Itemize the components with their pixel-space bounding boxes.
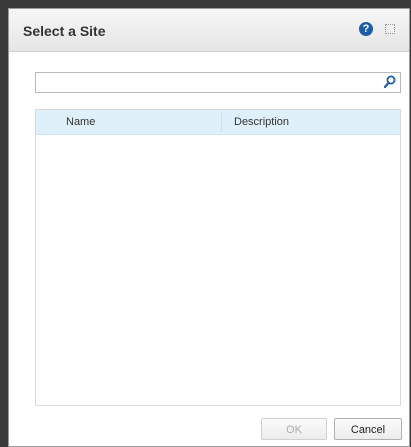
search-input[interactable] xyxy=(36,73,384,92)
question-icon[interactable]: ? xyxy=(359,22,373,36)
sites-table: Name Description xyxy=(35,109,401,406)
ok-button[interactable]: OK xyxy=(261,418,327,440)
select-site-dialog: Select a Site ? Name Description OK Canc… xyxy=(8,8,410,447)
column-header-name[interactable]: Name xyxy=(66,116,95,128)
search-icon[interactable] xyxy=(384,75,396,89)
dialog-title: Select a Site xyxy=(23,23,106,39)
dialog-titlebar: Select a Site ? xyxy=(9,9,409,52)
table-header: Name Description xyxy=(36,110,400,135)
maximize-icon[interactable] xyxy=(385,24,395,34)
cancel-button[interactable]: Cancel xyxy=(334,418,402,440)
column-header-description[interactable]: Description xyxy=(234,116,289,128)
column-divider xyxy=(221,113,222,131)
search-box xyxy=(35,72,401,93)
